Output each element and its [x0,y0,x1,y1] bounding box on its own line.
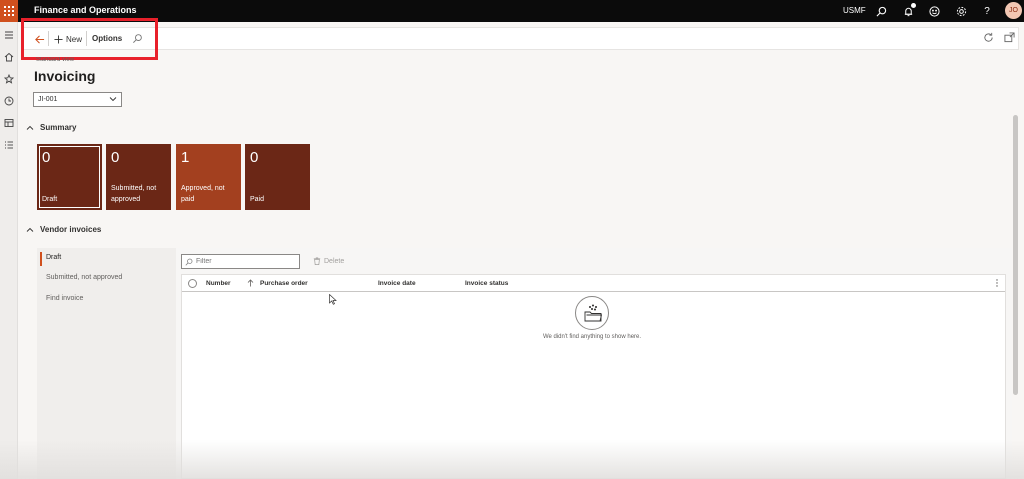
clock-icon[interactable] [3,95,15,107]
tile-paid[interactable]: 0 Paid [245,144,310,210]
filter-input-box[interactable] [181,254,300,269]
delete-button-label: Delete [324,257,345,265]
column-header-purchase-order[interactable]: Purchase order [260,280,308,287]
open-in-new-window-icon[interactable] [1004,32,1017,45]
avatar[interactable]: JO [1005,2,1022,19]
vendor-invoices-header-label: Vendor invoices [40,225,102,234]
select-all-radio[interactable] [188,279,197,288]
empty-state-message: We didn't find anything to show here. [542,334,642,340]
tile-approved-not-paid[interactable]: 1 Approved, not paid [176,144,241,210]
tile-label: Submitted, not approved [111,185,157,203]
list-icon[interactable] [3,139,15,151]
star-icon[interactable] [3,73,15,85]
highlight-box [21,18,158,60]
chevron-down-icon [109,97,117,102]
column-header-invoice-date[interactable]: Invoice date [378,280,416,287]
column-header-number[interactable]: Number [206,280,231,287]
tile-draft[interactable]: 0 Draft [37,144,102,210]
summary-section-header[interactable]: Summary [26,123,76,132]
search-icon[interactable] [874,4,888,18]
sort-ascending-icon[interactable] [247,279,254,287]
workspace-icon[interactable] [3,117,15,129]
action-pane [23,27,1019,50]
filter-input[interactable] [196,258,296,265]
side-item-find-invoice[interactable]: Find invoice [46,295,83,302]
trash-icon [313,257,321,265]
tile-count: 0 [42,149,51,166]
grid-header-row: Number Purchase order Invoice date Invoi… [182,275,1005,292]
help-icon[interactable]: ? [980,4,994,18]
tile-count: 0 [250,149,259,166]
gear-icon[interactable] [954,4,968,18]
tile-submitted-not-approved[interactable]: 0 Submitted, not approved [106,144,171,210]
side-item-submitted-not-approved[interactable]: Submitted, not approved [46,274,122,281]
search-icon [185,258,193,265]
home-icon[interactable] [3,51,15,63]
tile-label: Approved, not paid [181,185,225,203]
page-title: Invoicing [34,68,96,84]
waffle-icon [4,6,14,16]
app-launcher-button[interactable] [0,0,18,22]
tile-label: Paid [250,196,265,203]
view-selector[interactable]: Standard view [36,57,74,65]
tile-count: 0 [111,149,120,166]
smiley-icon[interactable] [927,4,941,18]
tile-count: 1 [181,149,190,166]
column-header-invoice-status[interactable]: Invoice status [465,280,508,287]
mouse-cursor-icon [329,294,337,305]
notification-badge [911,3,916,8]
summary-header-label: Summary [40,123,77,132]
empty-folder-icon [575,296,609,330]
notification-icon[interactable] [901,3,916,18]
company-picker[interactable]: USMF [843,6,866,15]
company-filter-value: JI-001 [38,96,58,103]
delete-button[interactable]: Delete [313,257,344,265]
refresh-icon[interactable] [983,32,996,45]
active-indicator [40,252,42,266]
chevron-up-icon [26,125,34,130]
side-item-draft[interactable]: Draft [46,254,61,261]
vertical-scrollbar[interactable] [1013,115,1018,395]
company-filter-select[interactable]: JI-001 [33,92,122,107]
more-options-icon[interactable] [995,278,999,288]
hamburger-icon[interactable] [3,29,15,41]
app-title: Finance and Operations [34,5,137,15]
left-navigation [0,22,18,479]
vendor-invoices-section-header[interactable]: Vendor invoices [26,225,101,234]
tile-label: Draft [42,196,58,203]
vendor-invoices-side-nav [37,248,176,479]
chevron-up-icon [26,227,34,232]
